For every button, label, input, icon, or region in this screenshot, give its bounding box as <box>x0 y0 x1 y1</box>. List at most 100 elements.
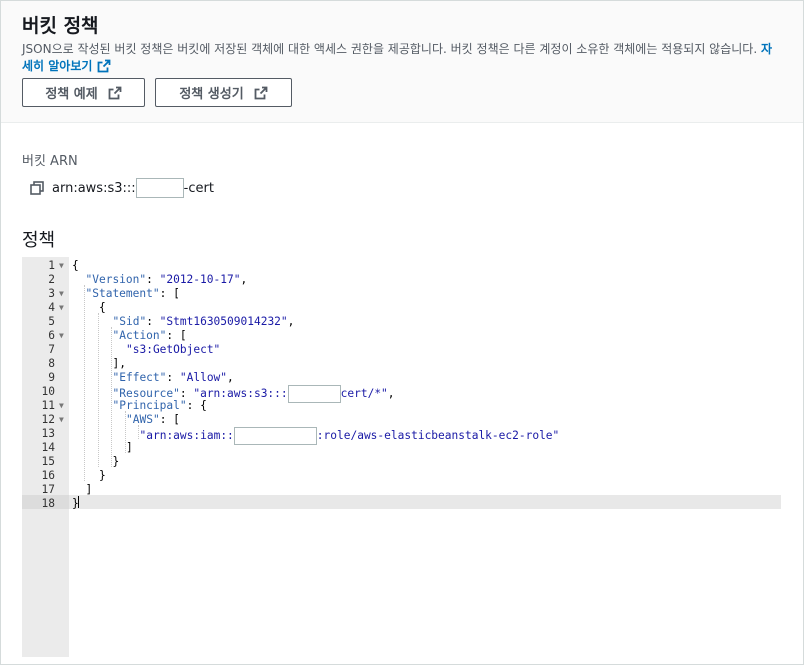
json-key: "Action" <box>112 329 167 342</box>
json-punctuation: ] <box>126 441 133 454</box>
redacted-block <box>135 178 184 198</box>
line-number: 6 <box>48 329 55 342</box>
code-line: 4 ▼ { <box>22 301 781 315</box>
json-string: "Stmt1630509014232" <box>159 315 288 328</box>
policy-examples-button[interactable]: 정책 예제 <box>22 78 145 107</box>
code-text: "Action": [ <box>113 329 187 343</box>
json-key: "Statement" <box>85 287 160 300</box>
external-link-icon <box>254 86 268 99</box>
line-number: 5 <box>48 315 55 328</box>
json-punctuation: } <box>99 469 106 482</box>
code-text: "Sid": "Stmt1630509014232", <box>113 315 295 329</box>
json-key: "Principal" <box>112 399 187 412</box>
json-punctuation: ], <box>112 357 126 370</box>
page-title: 버킷 정책 <box>22 15 99 37</box>
policy-generator-button[interactable]: 정책 생성기 <box>155 78 292 107</box>
code-line: 15} <box>22 455 781 469</box>
line-number: 15 <box>41 455 55 468</box>
line-number: 16 <box>41 469 55 482</box>
line-number: 18 <box>41 497 55 510</box>
code-line: 9 "Effect": "Allow", <box>22 371 781 385</box>
code-text: "Effect": "Allow", <box>113 371 234 385</box>
json-punctuation: : <box>166 371 180 384</box>
fold-arrow-icon[interactable]: ▼ <box>59 259 67 273</box>
json-punctuation: { <box>72 259 79 272</box>
code-line: 3 ▼ "Statement": [ <box>22 287 781 301</box>
code-text: "AWS": [ <box>126 413 180 427</box>
policy-heading: 정책 <box>22 230 56 251</box>
code-text: { <box>99 301 106 315</box>
code-line: 7 "s3:GetObject" <box>22 343 781 357</box>
code-text: "s3:GetObject" <box>126 343 220 357</box>
code-text: { <box>72 259 79 273</box>
line-number: 11 <box>41 399 55 412</box>
code-text: } <box>99 469 106 483</box>
code-text: "Version": "2012-10-17", <box>86 273 248 287</box>
line-number: 7 <box>48 343 55 356</box>
code-line: 6 ▼ "Action": [ <box>22 329 781 343</box>
json-punctuation: { <box>99 301 106 314</box>
json-punctuation: : [ <box>159 413 180 426</box>
code-line: 16} <box>22 469 781 483</box>
line-number: 17 <box>41 483 55 496</box>
json-string: "Allow" <box>179 371 228 384</box>
description-text: JSON으로 작성된 버킷 정책은 버킷에 저장된 객체에 대한 액세스 권한을… <box>22 42 758 56</box>
external-link-icon <box>108 86 122 99</box>
json-punctuation: ] <box>85 483 93 496</box>
fold-arrow-icon[interactable]: ▼ <box>59 413 67 427</box>
code-text: ], <box>113 357 126 371</box>
copy-icon[interactable] <box>29 180 45 196</box>
json-punctuation: : [ <box>159 287 180 300</box>
code-line: 18} <box>22 497 781 511</box>
panel-header: 버킷 정책 JSON으로 작성된 버킷 정책은 버킷에 저장된 객체에 대한 액… <box>1 1 803 123</box>
json-punctuation: } <box>112 455 120 468</box>
line-number: 4 <box>48 301 55 314</box>
json-punctuation: : <box>146 315 160 328</box>
code-text: ] <box>126 441 133 455</box>
code-text: "Principal": { <box>113 399 207 413</box>
json-punctuation: : { <box>186 399 207 412</box>
fold-arrow-icon[interactable]: ▼ <box>59 399 67 413</box>
line-number: 10 <box>41 385 55 398</box>
code-line: 8], <box>22 357 781 371</box>
external-link-icon <box>98 59 111 73</box>
line-number: 9 <box>48 371 55 384</box>
bucket-arn-label: 버킷 ARN <box>22 154 78 169</box>
json-punctuation: } <box>72 497 79 510</box>
code-line: 1 ▼ { <box>22 259 781 273</box>
code-line: 2 "Version": "2012-10-17", <box>22 273 781 287</box>
json-key: "Version" <box>85 273 147 286</box>
json-punctuation: , <box>287 315 295 328</box>
policy-examples-label: 정책 예제 <box>45 87 98 102</box>
json-string: "s3:GetObject" <box>126 343 221 356</box>
json-punctuation: : <box>146 273 160 286</box>
fold-arrow-icon[interactable]: ▼ <box>59 301 67 315</box>
policy-generator-label: 정책 생성기 <box>179 87 244 102</box>
code-text: } <box>113 455 120 469</box>
code-line: 13 "arn:aws:iam:::role/aws-elasticbeansta… <box>22 427 781 445</box>
policy-code-editor[interactable]: 1 ▼ {2 "Version": "2012-10-17", 3 ▼ "Statement… <box>22 257 781 657</box>
code-text: } <box>72 497 79 511</box>
line-number: 2 <box>48 273 55 286</box>
bucket-arn-value: arn:aws:s3::: -cert <box>29 178 214 198</box>
line-number: 13 <box>41 427 55 440</box>
code-line: 14] <box>22 441 781 455</box>
code-line: 12 ▼ "AWS": [ <box>22 413 781 427</box>
line-number: 1 <box>48 259 55 272</box>
arn-suffix: -cert <box>183 180 214 196</box>
code-line: 5 "Sid": "Stmt1630509014232", <box>22 315 781 329</box>
fold-arrow-icon[interactable]: ▼ <box>59 287 67 301</box>
code-line: 17] <box>22 483 781 497</box>
json-punctuation: , <box>240 273 248 286</box>
code-line: 11 ▼ "Principal": { <box>22 399 781 413</box>
description: JSON으로 작성된 버킷 정책은 버킷에 저장된 객체에 대한 액세스 권한을… <box>22 41 782 75</box>
line-number: 12 <box>41 413 55 426</box>
json-string: "2012-10-17" <box>159 273 241 286</box>
json-key: "Sid" <box>112 315 147 328</box>
bucket-policy-panel: 버킷 정책 JSON으로 작성된 버킷 정책은 버킷에 저장된 객체에 대한 액… <box>0 0 804 665</box>
fold-arrow-icon[interactable]: ▼ <box>59 329 67 343</box>
code-line: 10 "Resource": "arn:aws:s3::: cert/*", <box>22 385 781 403</box>
code-text: ] <box>86 483 93 497</box>
json-punctuation: : [ <box>166 329 187 342</box>
arn-prefix: arn:aws:s3::: <box>52 180 136 196</box>
